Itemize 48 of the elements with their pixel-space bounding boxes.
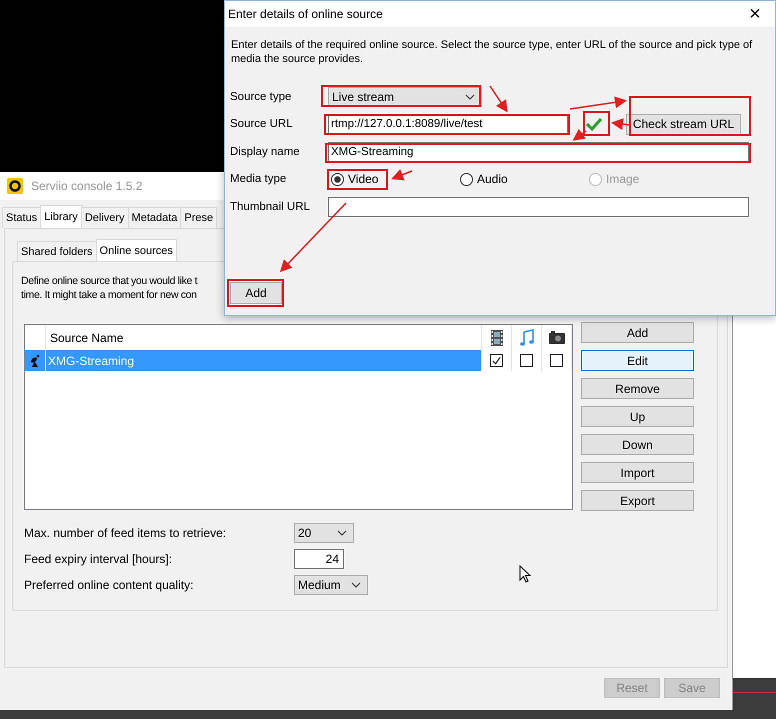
dropdown[interactable]: Medium [294, 575, 368, 595]
field-label: Source type [230, 90, 292, 103]
side-button[interactable]: Edit [581, 350, 694, 371]
tab[interactable]: Prese [180, 207, 218, 228]
description-text: time. It might take a moment for new con [21, 288, 197, 302]
camera-icon [548, 331, 564, 344]
thumbnail-url-field[interactable] [328, 196, 749, 217]
app-icon [7, 178, 23, 194]
description-text: Define online source that you would like t [21, 274, 198, 288]
chevron-down-icon [337, 530, 347, 536]
music-note-icon [520, 328, 534, 346]
side-button[interactable]: Down [581, 434, 694, 455]
checkbox[interactable] [490, 354, 503, 367]
dialog-title: Enter details of online source [228, 7, 383, 21]
film-icon [490, 330, 502, 346]
field-label: Display name [230, 146, 301, 158]
tab[interactable]: Shared folders [17, 241, 97, 261]
field-label: Thumbnail URL [230, 200, 311, 213]
field-label: Media type [230, 173, 288, 186]
chevron-down-icon [465, 94, 475, 100]
radio-button[interactable]: Audio [457, 172, 586, 186]
side-button[interactable]: Up [581, 406, 694, 427]
radio-button[interactable]: Video [328, 172, 457, 186]
setting-label: Max. number of feed items to retrieve: [24, 526, 228, 540]
side-button[interactable]: Add [581, 322, 694, 343]
number-field[interactable]: 24 [294, 549, 344, 569]
dialog-description: Enter details of the required online source. Select the source type, enter URL of the source and pick type of media the source provides. [231, 38, 754, 66]
side-button[interactable]: Remove [581, 378, 694, 399]
check-stream-url-button[interactable]: Check stream URL [626, 114, 741, 135]
add-button[interactable]: Add [230, 282, 282, 304]
setting-label: Feed expiry interval [hours]: [24, 552, 174, 566]
dropdown[interactable]: 20 [294, 523, 354, 543]
desktop-background [733, 678, 776, 710]
display-name-field[interactable]: XMG-Streaming [328, 142, 749, 162]
tab[interactable]: Status [2, 207, 42, 228]
satellite-dish-icon [28, 354, 42, 368]
tab[interactable]: Online sources [96, 239, 177, 261]
checkbox[interactable] [520, 354, 533, 367]
field-label: Source URL [230, 118, 294, 130]
setting-label: Preferred online content quality: [24, 578, 194, 592]
side-button[interactable]: Export [581, 490, 694, 511]
close-button[interactable]: × [735, 1, 775, 27]
chevron-down-icon [350, 582, 361, 588]
cursor-icon [519, 565, 531, 583]
tab[interactable]: Library [40, 205, 82, 228]
window-title: Serviio console 1.5.2 [31, 179, 142, 193]
side-button[interactable]: Import [581, 462, 694, 483]
checkbox[interactable] [550, 354, 563, 367]
